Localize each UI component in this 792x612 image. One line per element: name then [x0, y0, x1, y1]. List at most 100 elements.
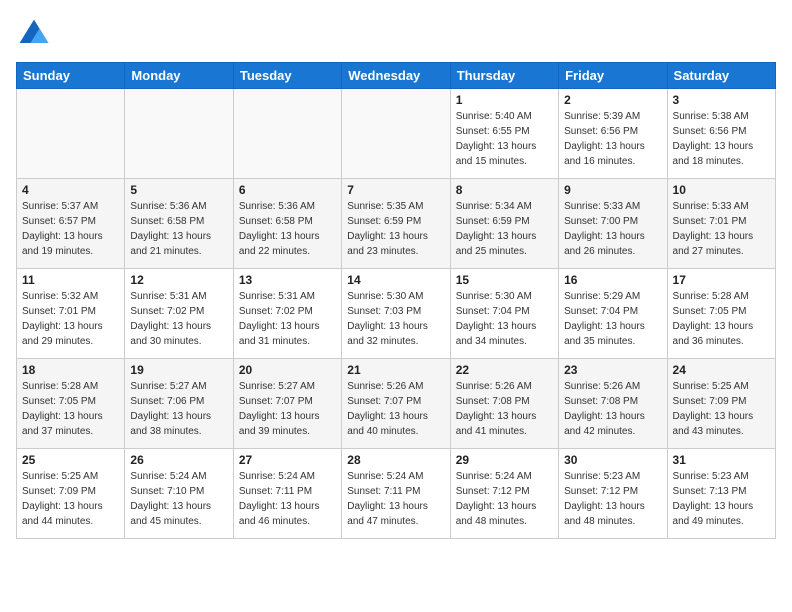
- calendar-cell: 25 Sunrise: 5:25 AM Sunset: 7:09 PM Dayli…: [17, 449, 125, 539]
- day-number: 4: [22, 183, 119, 197]
- weekday-header-monday: Monday: [125, 63, 233, 89]
- day-number: 10: [673, 183, 770, 197]
- day-number: 16: [564, 273, 661, 287]
- day-number: 20: [239, 363, 336, 377]
- day-info: Sunrise: 5:31 AM Sunset: 7:02 PM Dayligh…: [130, 289, 227, 349]
- calendar-cell: [17, 89, 125, 179]
- day-info: Sunrise: 5:30 AM Sunset: 7:03 PM Dayligh…: [347, 289, 444, 349]
- calendar-week-2: 4 Sunrise: 5:37 AM Sunset: 6:57 PM Daylig…: [17, 179, 776, 269]
- day-number: 14: [347, 273, 444, 287]
- calendar-cell: 6 Sunrise: 5:36 AM Sunset: 6:58 PM Daylig…: [233, 179, 341, 269]
- calendar-cell: 28 Sunrise: 5:24 AM Sunset: 7:11 PM Dayli…: [342, 449, 450, 539]
- logo: [16, 16, 56, 52]
- calendar-cell: 16Sunrise: 5:29 AM Sunset: 7:04 PM Dayli…: [559, 269, 667, 359]
- calendar-cell: 21 Sunrise: 5:26 AM Sunset: 7:07 PM Dayli…: [342, 359, 450, 449]
- day-info: Sunrise: 5:23 AM Sunset: 7:12 PM Dayligh…: [564, 469, 661, 529]
- calendar-cell: 9Sunrise: 5:33 AM Sunset: 7:00 PM Daylig…: [559, 179, 667, 269]
- day-info: Sunrise: 5:38 AM Sunset: 6:56 PM Dayligh…: [673, 109, 770, 169]
- day-info: Sunrise: 5:32 AM Sunset: 7:01 PM Dayligh…: [22, 289, 119, 349]
- day-info: Sunrise: 5:33 AM Sunset: 7:01 PM Dayligh…: [673, 199, 770, 259]
- day-number: 23: [564, 363, 661, 377]
- day-number: 11: [22, 273, 119, 287]
- calendar-cell: [233, 89, 341, 179]
- calendar-cell: 29Sunrise: 5:24 AM Sunset: 7:12 PM Dayli…: [450, 449, 558, 539]
- calendar-cell: 2Sunrise: 5:39 AM Sunset: 6:56 PM Daylig…: [559, 89, 667, 179]
- day-info: Sunrise: 5:28 AM Sunset: 7:05 PM Dayligh…: [22, 379, 119, 439]
- calendar-week-5: 25 Sunrise: 5:25 AM Sunset: 7:09 PM Dayli…: [17, 449, 776, 539]
- day-info: Sunrise: 5:34 AM Sunset: 6:59 PM Dayligh…: [456, 199, 553, 259]
- weekday-header-thursday: Thursday: [450, 63, 558, 89]
- day-info: Sunrise: 5:24 AM Sunset: 7:12 PM Dayligh…: [456, 469, 553, 529]
- day-number: 21: [347, 363, 444, 377]
- day-info: Sunrise: 5:28 AM Sunset: 7:05 PM Dayligh…: [673, 289, 770, 349]
- day-number: 25: [22, 453, 119, 467]
- weekday-header-wednesday: Wednesday: [342, 63, 450, 89]
- calendar-week-1: 1 Sunrise: 5:40 AM Sunset: 6:55 PM Daylig…: [17, 89, 776, 179]
- day-number: 28: [347, 453, 444, 467]
- weekday-header-tuesday: Tuesday: [233, 63, 341, 89]
- day-info: Sunrise: 5:24 AM Sunset: 7:10 PM Dayligh…: [130, 469, 227, 529]
- calendar-week-3: 11 Sunrise: 5:32 AM Sunset: 7:01 PM Dayli…: [17, 269, 776, 359]
- day-info: Sunrise: 5:26 AM Sunset: 7:08 PM Dayligh…: [456, 379, 553, 439]
- calendar-cell: 26 Sunrise: 5:24 AM Sunset: 7:10 PM Dayli…: [125, 449, 233, 539]
- day-info: Sunrise: 5:26 AM Sunset: 7:08 PM Dayligh…: [564, 379, 661, 439]
- calendar-cell: 11 Sunrise: 5:32 AM Sunset: 7:01 PM Dayli…: [17, 269, 125, 359]
- day-number: 18: [22, 363, 119, 377]
- calendar-cell: 17 Sunrise: 5:28 AM Sunset: 7:05 PM Dayli…: [667, 269, 775, 359]
- day-info: Sunrise: 5:35 AM Sunset: 6:59 PM Dayligh…: [347, 199, 444, 259]
- day-number: 12: [130, 273, 227, 287]
- day-info: Sunrise: 5:26 AM Sunset: 7:07 PM Dayligh…: [347, 379, 444, 439]
- day-info: Sunrise: 5:25 AM Sunset: 7:09 PM Dayligh…: [673, 379, 770, 439]
- calendar-cell: 4 Sunrise: 5:37 AM Sunset: 6:57 PM Daylig…: [17, 179, 125, 269]
- day-info: Sunrise: 5:39 AM Sunset: 6:56 PM Dayligh…: [564, 109, 661, 169]
- weekday-header-saturday: Saturday: [667, 63, 775, 89]
- day-info: Sunrise: 5:36 AM Sunset: 6:58 PM Dayligh…: [130, 199, 227, 259]
- day-number: 1: [456, 93, 553, 107]
- weekday-header-row: SundayMondayTuesdayWednesdayThursdayFrid…: [17, 63, 776, 89]
- day-number: 8: [456, 183, 553, 197]
- day-number: 26: [130, 453, 227, 467]
- day-number: 17: [673, 273, 770, 287]
- day-number: 19: [130, 363, 227, 377]
- calendar-cell: 13 Sunrise: 5:31 AM Sunset: 7:02 PM Dayli…: [233, 269, 341, 359]
- calendar-cell: 22 Sunrise: 5:26 AM Sunset: 7:08 PM Dayli…: [450, 359, 558, 449]
- day-number: 3: [673, 93, 770, 107]
- calendar-table: SundayMondayTuesdayWednesdayThursdayFrid…: [16, 62, 776, 539]
- day-info: Sunrise: 5:24 AM Sunset: 7:11 PM Dayligh…: [347, 469, 444, 529]
- day-number: 13: [239, 273, 336, 287]
- day-number: 22: [456, 363, 553, 377]
- day-info: Sunrise: 5:31 AM Sunset: 7:02 PM Dayligh…: [239, 289, 336, 349]
- calendar-cell: [125, 89, 233, 179]
- day-number: 24: [673, 363, 770, 377]
- day-info: Sunrise: 5:27 AM Sunset: 7:06 PM Dayligh…: [130, 379, 227, 439]
- calendar-cell: 7 Sunrise: 5:35 AM Sunset: 6:59 PM Daylig…: [342, 179, 450, 269]
- calendar-cell: 27Sunrise: 5:24 AM Sunset: 7:11 PM Dayli…: [233, 449, 341, 539]
- calendar-cell: 5 Sunrise: 5:36 AM Sunset: 6:58 PM Daylig…: [125, 179, 233, 269]
- logo-icon: [16, 16, 52, 52]
- calendar-cell: 1 Sunrise: 5:40 AM Sunset: 6:55 PM Daylig…: [450, 89, 558, 179]
- day-info: Sunrise: 5:40 AM Sunset: 6:55 PM Dayligh…: [456, 109, 553, 169]
- calendar-cell: 15Sunrise: 5:30 AM Sunset: 7:04 PM Dayli…: [450, 269, 558, 359]
- day-number: 5: [130, 183, 227, 197]
- weekday-header-sunday: Sunday: [17, 63, 125, 89]
- day-info: Sunrise: 5:37 AM Sunset: 6:57 PM Dayligh…: [22, 199, 119, 259]
- calendar-cell: 8 Sunrise: 5:34 AM Sunset: 6:59 PM Daylig…: [450, 179, 558, 269]
- day-info: Sunrise: 5:30 AM Sunset: 7:04 PM Dayligh…: [456, 289, 553, 349]
- calendar-cell: 3 Sunrise: 5:38 AM Sunset: 6:56 PM Daylig…: [667, 89, 775, 179]
- day-info: Sunrise: 5:36 AM Sunset: 6:58 PM Dayligh…: [239, 199, 336, 259]
- day-info: Sunrise: 5:24 AM Sunset: 7:11 PM Dayligh…: [239, 469, 336, 529]
- weekday-header-friday: Friday: [559, 63, 667, 89]
- calendar-week-4: 18 Sunrise: 5:28 AM Sunset: 7:05 PM Dayli…: [17, 359, 776, 449]
- day-number: 7: [347, 183, 444, 197]
- day-info: Sunrise: 5:25 AM Sunset: 7:09 PM Dayligh…: [22, 469, 119, 529]
- calendar-cell: 23 Sunrise: 5:26 AM Sunset: 7:08 PM Dayli…: [559, 359, 667, 449]
- day-info: Sunrise: 5:23 AM Sunset: 7:13 PM Dayligh…: [673, 469, 770, 529]
- calendar-cell: 18 Sunrise: 5:28 AM Sunset: 7:05 PM Dayli…: [17, 359, 125, 449]
- calendar-cell: 12 Sunrise: 5:31 AM Sunset: 7:02 PM Dayli…: [125, 269, 233, 359]
- calendar-cell: 31Sunrise: 5:23 AM Sunset: 7:13 PM Dayli…: [667, 449, 775, 539]
- day-info: Sunrise: 5:27 AM Sunset: 7:07 PM Dayligh…: [239, 379, 336, 439]
- calendar-cell: 30Sunrise: 5:23 AM Sunset: 7:12 PM Dayli…: [559, 449, 667, 539]
- day-number: 9: [564, 183, 661, 197]
- calendar-cell: [342, 89, 450, 179]
- day-number: 6: [239, 183, 336, 197]
